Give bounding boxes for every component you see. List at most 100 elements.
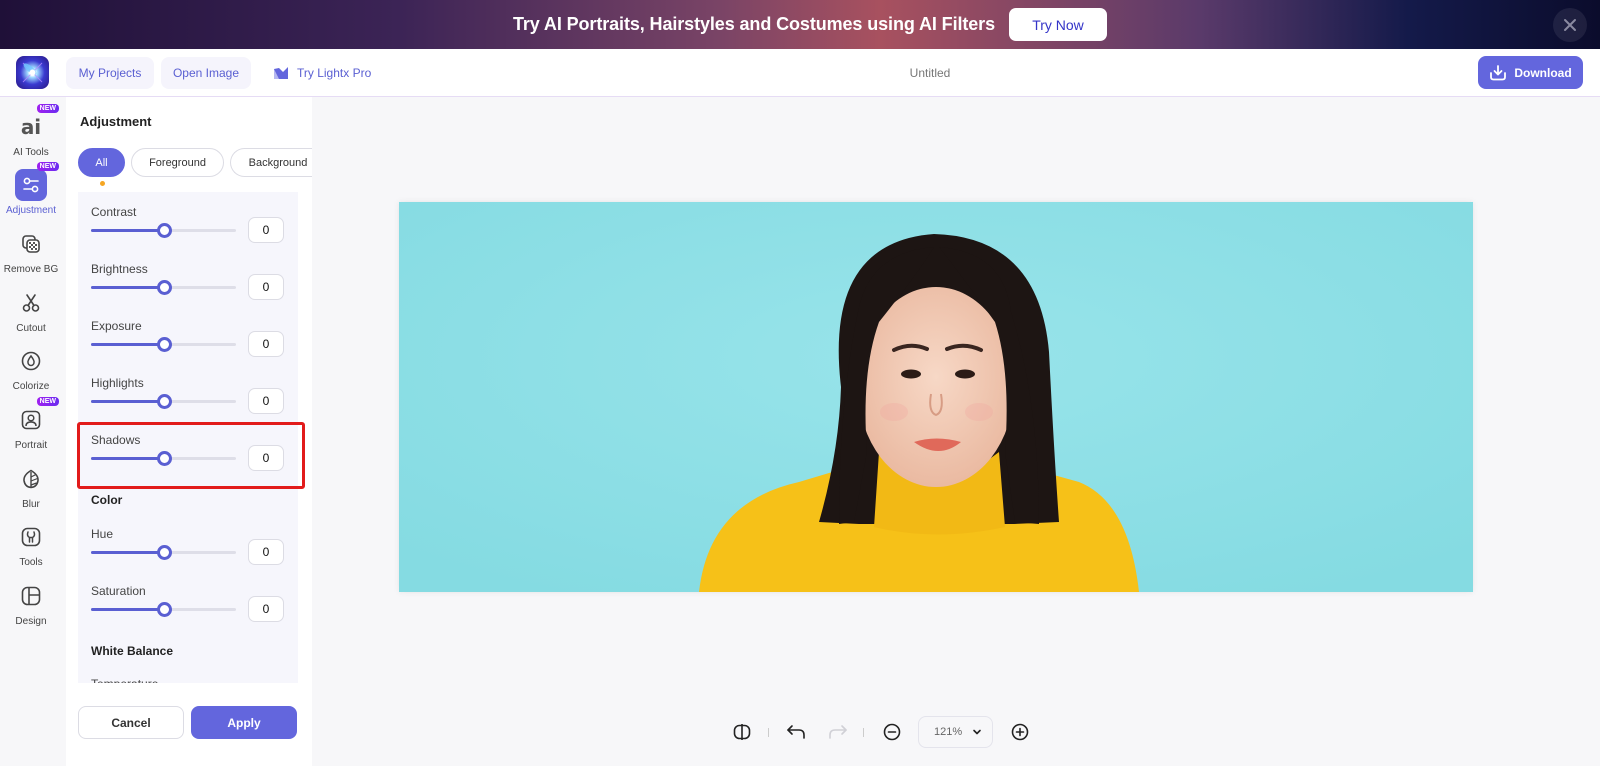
try-lightx-pro-label: Try Lightx Pro	[297, 66, 372, 80]
slider-value-input[interactable]: 0	[248, 445, 284, 471]
zoom-in-icon	[1011, 723, 1029, 741]
try-lightx-pro-link[interactable]: Try Lightx Pro	[273, 57, 371, 89]
compare-icon	[733, 724, 751, 740]
undo-button[interactable]	[784, 720, 808, 744]
rail-label: Colorize	[12, 381, 50, 392]
download-button[interactable]: Download	[1478, 56, 1583, 89]
compare-button[interactable]	[730, 720, 754, 744]
rail-label: Cutout	[16, 323, 46, 334]
slider-track[interactable]	[91, 602, 236, 617]
undo-icon	[787, 725, 805, 739]
slider-hue: Hue 0	[78, 527, 298, 583]
rail-item-portrait[interactable]: NEW Portrait	[0, 397, 62, 460]
slider-highlights: Highlights 0	[78, 376, 298, 432]
slider-thumb[interactable]	[156, 280, 172, 295]
slider-label: Hue	[91, 527, 114, 541]
toolbar-divider	[863, 728, 864, 737]
slider-thumb[interactable]	[156, 223, 172, 238]
rail-label: Remove BG	[3, 264, 59, 275]
slider-label: Contrast	[91, 205, 137, 219]
slider-track[interactable]	[91, 545, 236, 560]
tool-rail: ai NEW AI Tools NEW Adjustment Remove BG…	[0, 97, 62, 766]
slider-track[interactable]	[91, 337, 236, 352]
document-title[interactable]: Untitled	[910, 66, 951, 80]
slider-thumb[interactable]	[156, 337, 172, 352]
zoom-in-button[interactable]	[1008, 720, 1032, 744]
new-badge: NEW	[36, 162, 59, 171]
slider-brightness: Brightness 0	[78, 262, 298, 318]
close-banner-button[interactable]	[1553, 8, 1587, 42]
chip-background[interactable]: Background	[230, 148, 325, 177]
panel-title: Adjustment	[80, 114, 152, 129]
redo-icon	[829, 725, 847, 739]
editor-canvas[interactable]	[312, 97, 1600, 766]
slider-thumb[interactable]	[156, 451, 172, 466]
download-label: Download	[1514, 65, 1572, 80]
slider-label: Highlights	[91, 376, 144, 390]
slider-track[interactable]	[91, 223, 236, 238]
my-projects-button[interactable]: My Projects	[66, 57, 154, 89]
slider-value-input[interactable]: 0	[248, 274, 284, 300]
rail-label: Portrait	[14, 440, 48, 451]
scissors-icon	[15, 287, 47, 319]
apply-button[interactable]: Apply	[191, 706, 297, 739]
rail-item-cutout[interactable]: Cutout	[0, 287, 62, 343]
design-icon	[15, 580, 47, 612]
close-icon	[1564, 19, 1576, 31]
slider-value-input[interactable]: 0	[248, 539, 284, 565]
slider-track[interactable]	[91, 280, 236, 295]
slider-label: Brightness	[91, 262, 148, 276]
zoom-level-select[interactable]: 121%	[918, 716, 993, 748]
photo-image[interactable]	[399, 202, 1473, 592]
rail-label: Tools	[19, 557, 43, 568]
slider-track[interactable]	[91, 451, 236, 466]
remove-bg-icon	[15, 228, 47, 260]
portrait-icon: NEW	[15, 397, 59, 436]
slider-value-input[interactable]: 0	[248, 596, 284, 622]
cancel-button[interactable]: Cancel	[78, 706, 184, 739]
adjustment-scroll-area[interactable]: Contrast 0 Brightness 0 Exposure 0 Highl…	[78, 192, 298, 683]
tools-icon	[15, 521, 47, 553]
canvas-toolbar: 121%	[730, 716, 1050, 748]
slider-label: Shadows	[91, 433, 141, 447]
rail-label: Adjustment	[5, 205, 57, 216]
slider-value-input[interactable]: 0	[248, 217, 284, 243]
slider-thumb[interactable]	[156, 394, 172, 409]
portrait-photo	[399, 202, 1473, 592]
slider-value-input[interactable]: 0	[248, 331, 284, 357]
new-badge: NEW	[36, 104, 59, 113]
rail-label: Design	[15, 616, 47, 627]
slider-track[interactable]	[91, 394, 236, 409]
rail-item-colorize[interactable]: Colorize	[0, 345, 62, 401]
rail-item-adjustment[interactable]: NEW Adjustment	[0, 162, 62, 225]
chip-foreground[interactable]: Foreground	[131, 148, 224, 177]
adjustment-panel: Adjustment All Foreground Background Con…	[66, 97, 325, 766]
rail-item-ai-tools[interactable]: ai NEW AI Tools	[0, 104, 62, 167]
pro-crown-icon	[274, 67, 288, 79]
chip-all[interactable]: All	[78, 148, 125, 177]
temperature-label: Temperature	[91, 677, 158, 683]
rail-label: AI Tools	[13, 147, 49, 158]
drop-icon	[15, 345, 47, 377]
zoom-out-button[interactable]	[880, 720, 904, 744]
ai-icon: ai NEW	[15, 104, 59, 143]
rail-item-remove-bg[interactable]: Remove BG	[0, 228, 62, 284]
slider-shadows: Shadows 0	[78, 433, 298, 489]
slider-thumb[interactable]	[156, 545, 172, 560]
rail-item-blur[interactable]: Blur	[0, 463, 62, 519]
rail-item-tools[interactable]: Tools	[0, 521, 62, 577]
logo-icon	[22, 62, 43, 83]
open-image-button[interactable]: Open Image	[161, 57, 251, 89]
slider-value-input[interactable]: 0	[248, 388, 284, 414]
lightx-logo[interactable]	[16, 56, 49, 89]
slider-contrast: Contrast 0	[78, 205, 298, 261]
promo-text: Try AI Portraits, Hairstyles and Costume…	[512, 14, 995, 34]
redo-button[interactable]	[826, 720, 850, 744]
rail-item-design[interactable]: Design	[0, 580, 62, 636]
promo-banner: Try AI Portraits, Hairstyles and Costume…	[0, 0, 1600, 49]
zoom-level-value: 121%	[934, 726, 963, 738]
new-badge: NEW	[36, 397, 59, 406]
slider-thumb[interactable]	[156, 602, 172, 617]
try-now-button[interactable]: Try Now	[1009, 8, 1107, 41]
color-section-heading: Color	[91, 493, 123, 507]
